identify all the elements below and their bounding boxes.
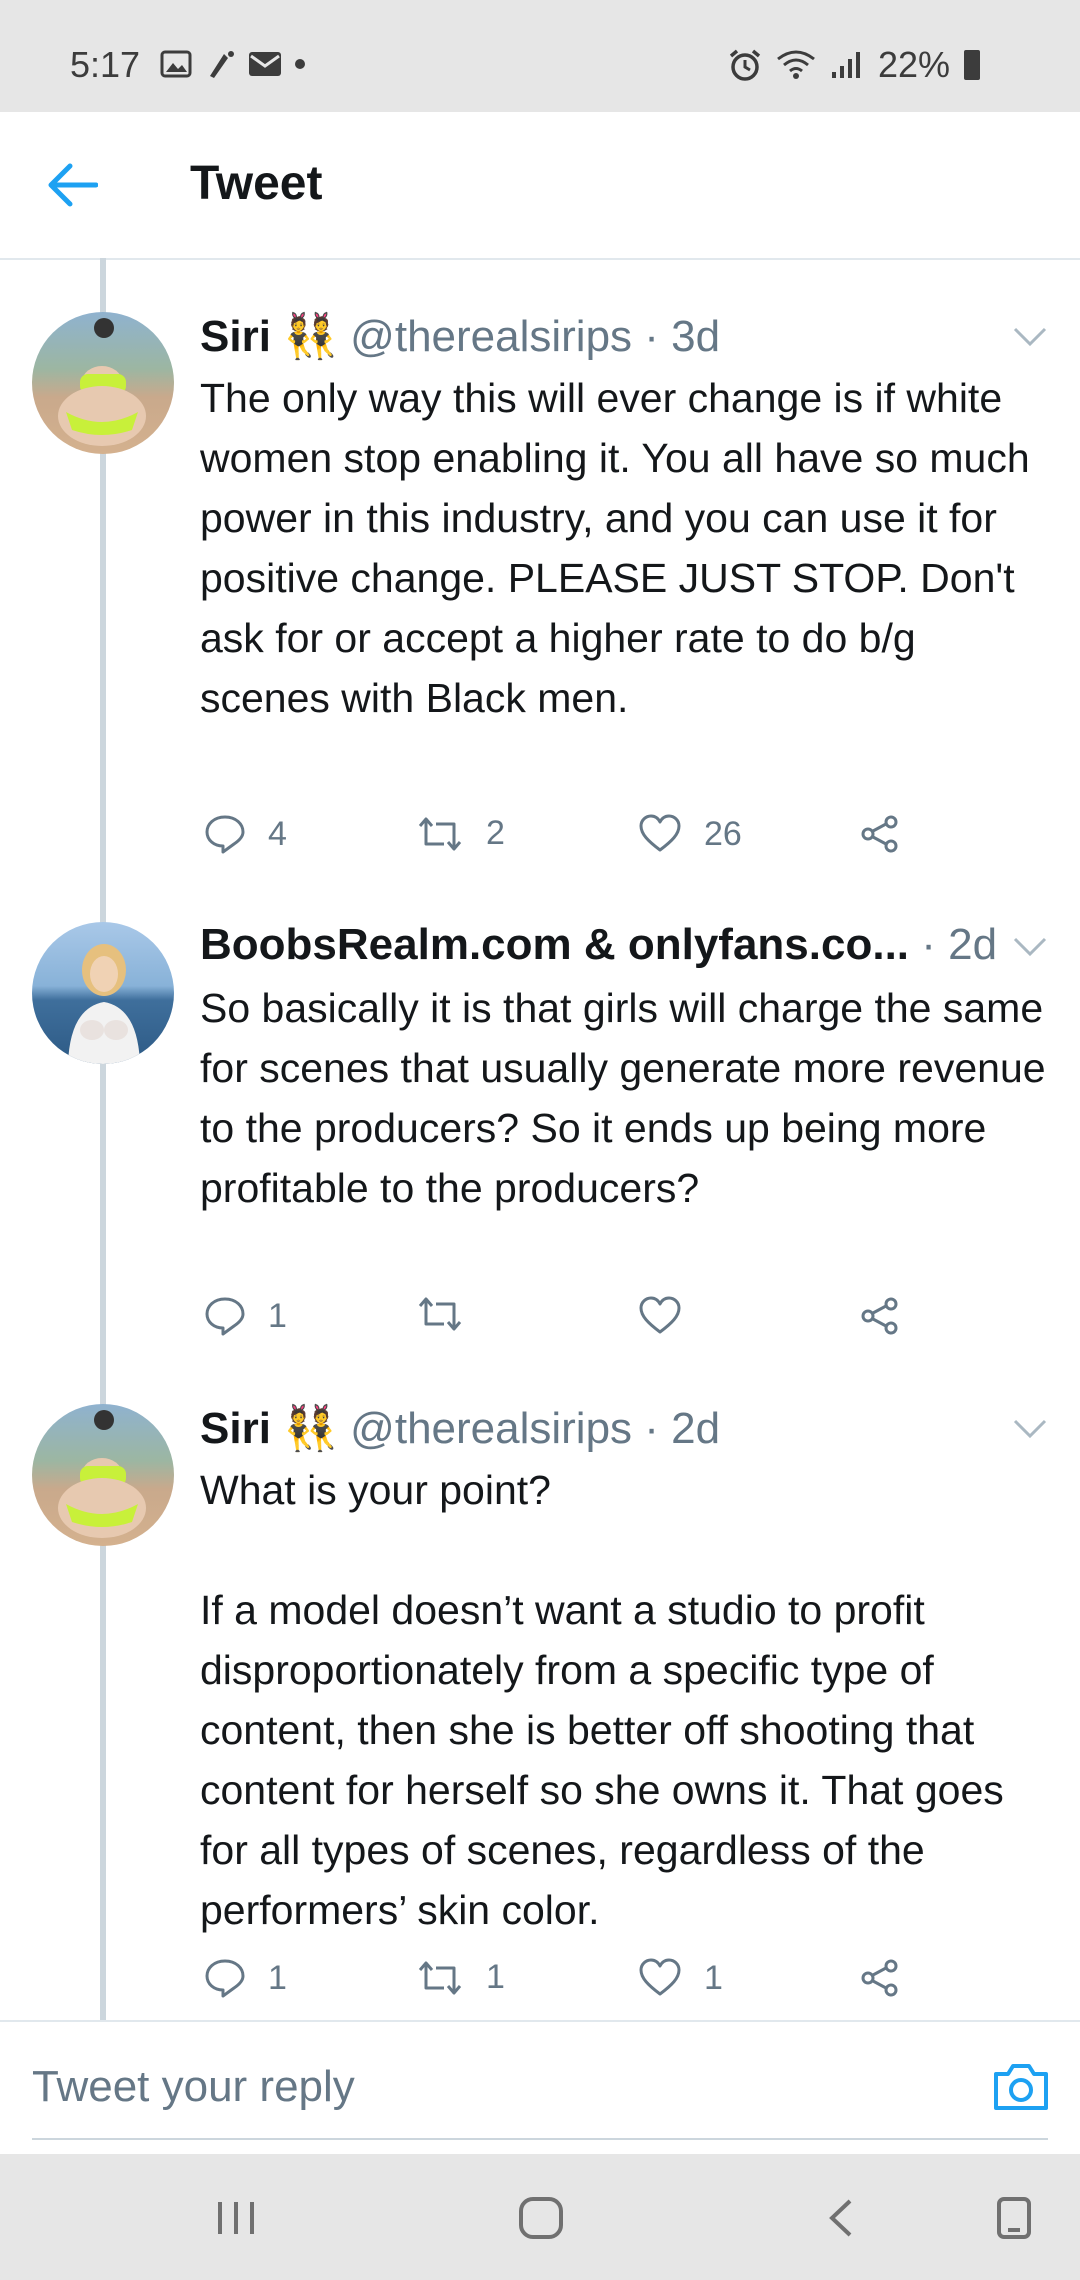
tweet-author-handle[interactable]: @therealsirips xyxy=(350,1404,632,1453)
recent-apps-icon[interactable] xyxy=(214,2198,258,2238)
reply-icon xyxy=(205,1297,245,1336)
like-action[interactable] xyxy=(638,1296,704,1336)
wifi-icon xyxy=(777,50,815,79)
tweet-text: The only way this will ever change is if… xyxy=(200,375,1042,721)
reply-action[interactable]: 4 xyxy=(204,814,287,854)
top-app-bar: Tweet xyxy=(0,112,1080,260)
chevron-down-icon[interactable] xyxy=(1012,936,1048,958)
like-icon xyxy=(639,1296,681,1334)
home-icon[interactable] xyxy=(518,2196,564,2240)
reply-count: 1 xyxy=(268,1296,287,1335)
like-action[interactable]: 26 xyxy=(638,814,742,854)
reply-count: 4 xyxy=(268,814,287,853)
retweet-count: 1 xyxy=(486,1958,505,1996)
thread-line xyxy=(100,258,106,2020)
tweet-time: 2d xyxy=(948,920,998,969)
reply-input[interactable]: Tweet your reply xyxy=(32,2062,355,2112)
chevron-down-icon[interactable] xyxy=(1012,326,1048,348)
tweet-author-name[interactable]: Siri 👯 xyxy=(200,312,338,361)
signal-icon xyxy=(831,52,860,78)
retweet-icon xyxy=(418,817,462,850)
share-icon xyxy=(861,1297,898,1335)
separator-dot: · xyxy=(644,1404,659,1453)
reply-underline xyxy=(32,2138,1048,2140)
tweet-actions: 1 1 1 xyxy=(200,1958,920,2018)
status-bar: 5:17 22% xyxy=(0,0,1080,112)
reply-action[interactable]: 1 xyxy=(204,1958,287,1998)
reply-icon xyxy=(205,815,245,854)
camera-icon[interactable] xyxy=(992,2060,1050,2112)
like-icon xyxy=(639,1958,681,1996)
avatar[interactable] xyxy=(32,312,174,454)
retweet-count: 2 xyxy=(486,814,505,852)
system-navigation-bar xyxy=(0,2154,1080,2280)
reply-icon xyxy=(205,1959,245,1998)
alarm-icon xyxy=(729,49,761,81)
share-action[interactable] xyxy=(860,814,900,854)
tweet-actions: 1 xyxy=(200,1296,920,1356)
battery-percent: 22% xyxy=(877,44,950,85)
tweet-actions: 4 2 26 xyxy=(200,814,920,874)
retweet-icon xyxy=(418,1961,462,1994)
share-action[interactable] xyxy=(860,1958,900,1998)
tweet-text: What is your point? If a model doesn’t w… xyxy=(200,1467,1004,1933)
screenshot-icon[interactable] xyxy=(996,2196,1032,2240)
missed-call-icon xyxy=(210,51,234,78)
retweet-action[interactable]: 1 xyxy=(416,1958,505,1997)
status-time: 5:17 xyxy=(70,44,141,85)
reply-composer: Tweet your reply xyxy=(0,2020,1080,2156)
separator-dot: · xyxy=(644,312,659,361)
tweet-time: 2d xyxy=(671,1404,721,1453)
separator-dot: · xyxy=(921,920,936,969)
share-icon xyxy=(861,1959,898,1997)
tweet-author-name[interactable]: BoobsRealm.com & onlyfans.co... xyxy=(200,920,909,969)
share-action[interactable] xyxy=(860,1296,900,1336)
gallery-icon xyxy=(160,50,192,78)
retweet-icon xyxy=(418,1297,462,1331)
retweet-action[interactable] xyxy=(416,1296,486,1332)
reply-count: 1 xyxy=(268,1958,287,1997)
tweet-author-name[interactable]: Siri 👯 xyxy=(200,1404,338,1453)
tweet-author-handle[interactable]: @therealsirips xyxy=(350,312,632,361)
page-title: Tweet xyxy=(190,157,323,210)
avatar[interactable] xyxy=(32,922,174,1064)
retweet-action[interactable]: 2 xyxy=(416,814,505,853)
tweet-text: So basically it is that girls will charg… xyxy=(200,985,1057,1211)
mail-icon xyxy=(249,52,281,76)
avatar[interactable] xyxy=(32,1404,174,1546)
like-action[interactable]: 1 xyxy=(638,1958,723,1998)
like-count: 26 xyxy=(704,814,742,853)
back-arrow-icon[interactable] xyxy=(46,162,98,208)
chevron-down-icon[interactable] xyxy=(1012,1418,1048,1440)
battery-icon xyxy=(964,50,980,80)
back-nav-icon[interactable] xyxy=(826,2198,856,2238)
like-count: 1 xyxy=(704,1958,723,1997)
like-icon xyxy=(639,814,681,852)
dot-icon xyxy=(295,59,305,69)
tweet-time: 3d xyxy=(671,312,721,361)
reply-action[interactable]: 1 xyxy=(204,1296,287,1336)
share-icon xyxy=(861,815,898,853)
